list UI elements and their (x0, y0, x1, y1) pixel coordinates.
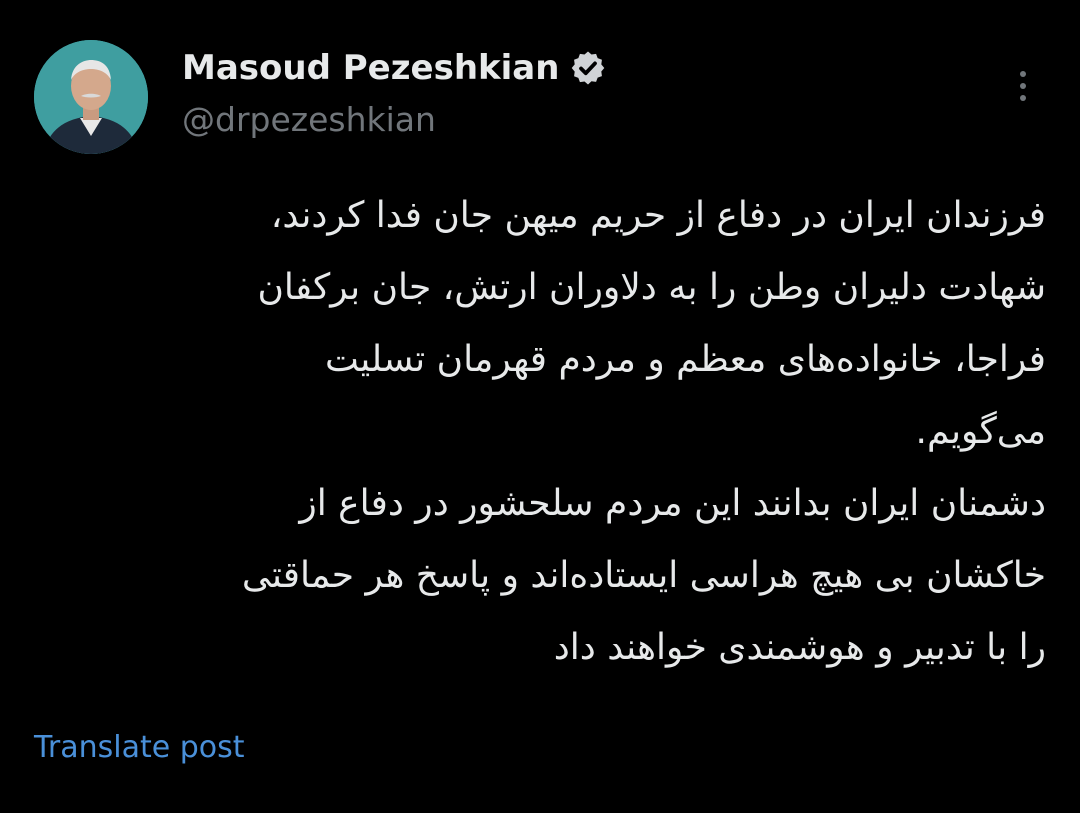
post-line: خاکشان بی هیچ هراسی ایستاده‌اند و پاسخ ه… (241, 555, 1046, 596)
more-dot (1020, 83, 1026, 89)
post-line: می‌گویم. (915, 411, 1046, 452)
post-line: دشمنان ایران بدانند این مردم سلحشور در د… (299, 483, 1046, 524)
display-name-text[interactable]: Masoud Pezeshkian (182, 46, 559, 90)
more-dot (1020, 71, 1026, 77)
more-dot (1020, 95, 1026, 101)
post-line: فرزندان ایران در دفاع از حریم میهن جان ف… (270, 195, 1046, 236)
translate-post-link[interactable]: Translate post (34, 726, 245, 770)
avatar[interactable] (34, 40, 148, 154)
more-options-icon[interactable] (1006, 64, 1040, 108)
post-line: شهادت دلیران وطن را به دلاوران ارتش، جان… (257, 267, 1046, 308)
post-line: را با تدبیر و هوشمندی خواهند داد (553, 627, 1046, 668)
post-text: فرزندان ایران در دفاع از حریم میهن جان ف… (26, 180, 1046, 684)
post-line: فراجا، خانواده‌های معظم و مردم قهرمان تس… (324, 339, 1046, 380)
tweet-card: Masoud Pezeshkian @drpezeshkian فرزندان … (0, 0, 1080, 813)
user-handle[interactable]: @drpezeshkian (182, 98, 436, 142)
verified-badge-icon (572, 51, 605, 85)
profile-photo-avatar (34, 40, 148, 154)
display-name[interactable]: Masoud Pezeshkian (182, 46, 607, 90)
